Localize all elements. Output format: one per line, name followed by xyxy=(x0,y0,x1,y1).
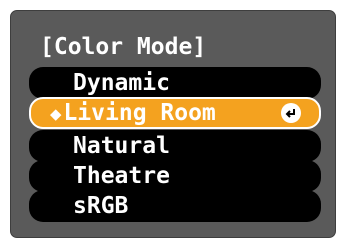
menu-item-label: Theatre xyxy=(73,163,170,189)
menu-item-label: Living Room xyxy=(63,100,216,126)
menu-item-dynamic[interactable]: Dynamic xyxy=(29,67,321,99)
enter-return-icon xyxy=(281,103,301,123)
up-down-diamond-icon: ◆ xyxy=(50,103,62,125)
menu-item-label: Natural xyxy=(73,133,170,159)
menu-item-living-room[interactable]: ◆Living Room xyxy=(29,97,321,129)
menu-item-label-row: ◆Living Room xyxy=(50,99,216,128)
menu-item-label: sRGB xyxy=(73,193,129,219)
menu-item-label: Dynamic xyxy=(73,70,170,96)
menu-item-natural[interactable]: Natural xyxy=(29,130,321,162)
menu-title: [Color Mode] xyxy=(40,34,207,60)
menu-item-srgb[interactable]: sRGB xyxy=(29,190,321,222)
menu-item-theatre[interactable]: Theatre xyxy=(29,160,321,192)
